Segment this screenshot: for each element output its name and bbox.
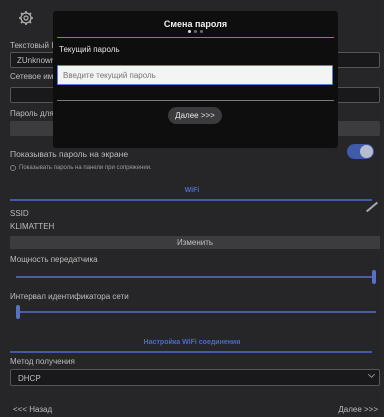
page-dot-2 [194, 30, 197, 33]
page-dot-1 [188, 30, 191, 33]
modal-title-divider [57, 37, 334, 38]
modal-title: Смена пароля [163, 19, 228, 29]
change-password-dialog: Смена пароля Текущий пароль Далее >>> [53, 11, 338, 148]
modal-bottom-divider [57, 100, 334, 101]
current-password-input[interactable] [57, 65, 333, 85]
page-indicator [188, 30, 204, 33]
current-password-label: Текущий пароль [59, 45, 120, 54]
modal-next-button[interactable]: Далее >>> [168, 107, 222, 124]
page-dot-3 [200, 30, 203, 33]
